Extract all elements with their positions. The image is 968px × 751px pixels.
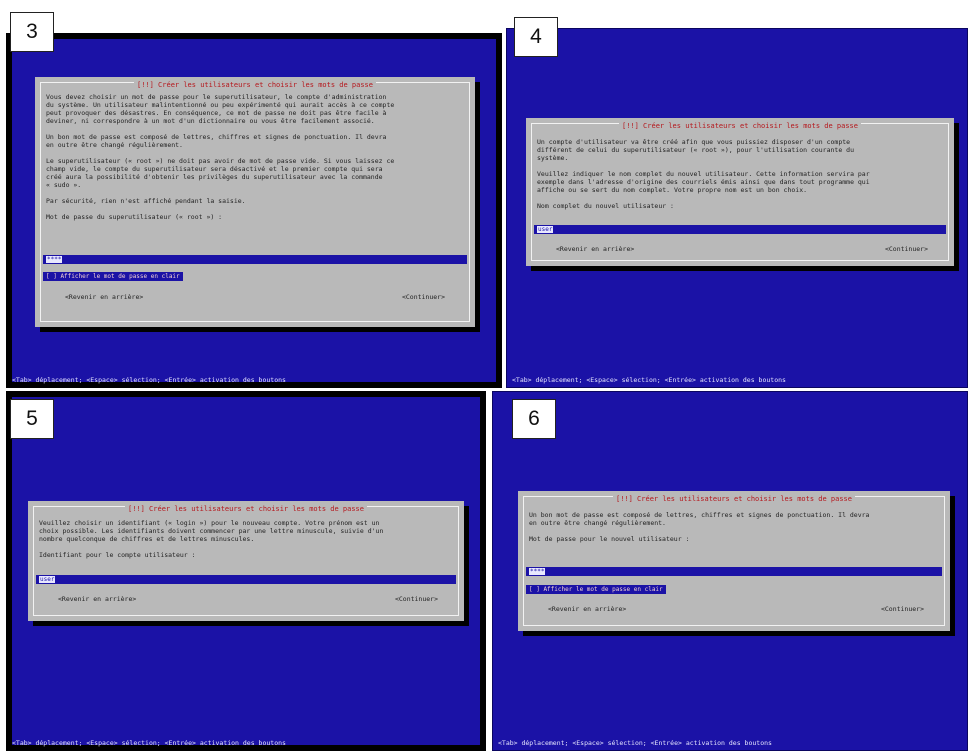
installer-dialog: [!!] Créer les utilisateurs et choisir l… — [526, 118, 954, 266]
status-bar: <Tab> déplacement; <Espace> sélection; <… — [512, 376, 786, 384]
installer-screen: [!!] Créer les utilisateurs et choisir l… — [6, 33, 502, 388]
dialog-title: [!!] Créer les utilisateurs et choisir l… — [41, 81, 469, 89]
dialog-frame: [!!] Créer les utilisateurs et choisir l… — [40, 81, 470, 322]
continue-button[interactable]: <Continuer> — [402, 293, 445, 301]
dialog-title: [!!] Créer les utilisateurs et choisir l… — [34, 505, 458, 513]
dialog-title: [!!] Créer les utilisateurs et choisir l… — [524, 495, 944, 503]
back-button[interactable]: <Revenir en arrière> — [58, 595, 136, 603]
dialog-title: [!!] Créer les utilisateurs et choisir l… — [532, 122, 948, 130]
root-password-field[interactable]: **** — [43, 255, 467, 264]
back-button[interactable]: <Revenir en arrière> — [548, 605, 626, 613]
step-number: 4 — [514, 17, 558, 57]
installer-dialog: [!!] Créer les utilisateurs et choisir l… — [35, 77, 475, 327]
dialog-description: Un bon mot de passe est composé de lettr… — [529, 511, 870, 543]
continue-button[interactable]: <Continuer> — [881, 605, 924, 613]
show-password-checkbox[interactable]: [ ] Afficher le mot de passe en clair — [43, 272, 183, 281]
status-bar: <Tab> déplacement; <Espace> sélection; <… — [12, 739, 286, 747]
installer-dialog: [!!] Créer les utilisateurs et choisir l… — [28, 501, 464, 621]
installer-screen: [!!] Créer les utilisateurs et choisir l… — [6, 391, 486, 751]
panel-step-3: 3 [!!] Créer les utilisateurs et choisir… — [6, 0, 502, 388]
full-name-field[interactable]: user — [534, 225, 946, 234]
panel-step-6: 6 [!!] Créer les utilisateurs et choisir… — [492, 391, 968, 751]
back-button[interactable]: <Revenir en arrière> — [556, 245, 634, 253]
continue-button[interactable]: <Continuer> — [395, 595, 438, 603]
step-number: 3 — [10, 12, 54, 52]
show-password-checkbox[interactable]: [ ] Afficher le mot de passe en clair — [526, 585, 666, 594]
installer-dialog: [!!] Créer les utilisateurs et choisir l… — [518, 491, 950, 631]
dialog-description: Veuillez choisir un identifiant (« login… — [39, 519, 384, 559]
installer-screen: [!!] Créer les utilisateurs et choisir l… — [506, 28, 968, 388]
step-number: 6 — [512, 399, 556, 439]
continue-button[interactable]: <Continuer> — [885, 245, 928, 253]
status-bar: <Tab> déplacement; <Espace> sélection; <… — [12, 376, 286, 384]
dialog-frame: [!!] Créer les utilisateurs et choisir l… — [33, 505, 459, 616]
user-password-field[interactable]: **** — [526, 567, 942, 576]
installer-screen: [!!] Créer les utilisateurs et choisir l… — [492, 391, 968, 751]
panel-step-5: 5 [!!] Créer les utilisateurs et choisir… — [6, 391, 486, 751]
login-field[interactable]: user — [36, 575, 456, 584]
panel-step-4: 4 [!!] Créer les utilisateurs et choisir… — [506, 0, 968, 388]
dialog-frame: [!!] Créer les utilisateurs et choisir l… — [531, 122, 949, 261]
dialog-frame: [!!] Créer les utilisateurs et choisir l… — [523, 495, 945, 626]
step-number: 5 — [10, 399, 54, 439]
back-button[interactable]: <Revenir en arrière> — [65, 293, 143, 301]
dialog-description: Vous devez choisir un mot de passe pour … — [46, 93, 395, 221]
dialog-description: Un compte d'utilisateur va être créé afi… — [537, 138, 870, 210]
status-bar: <Tab> déplacement; <Espace> sélection; <… — [498, 739, 772, 747]
